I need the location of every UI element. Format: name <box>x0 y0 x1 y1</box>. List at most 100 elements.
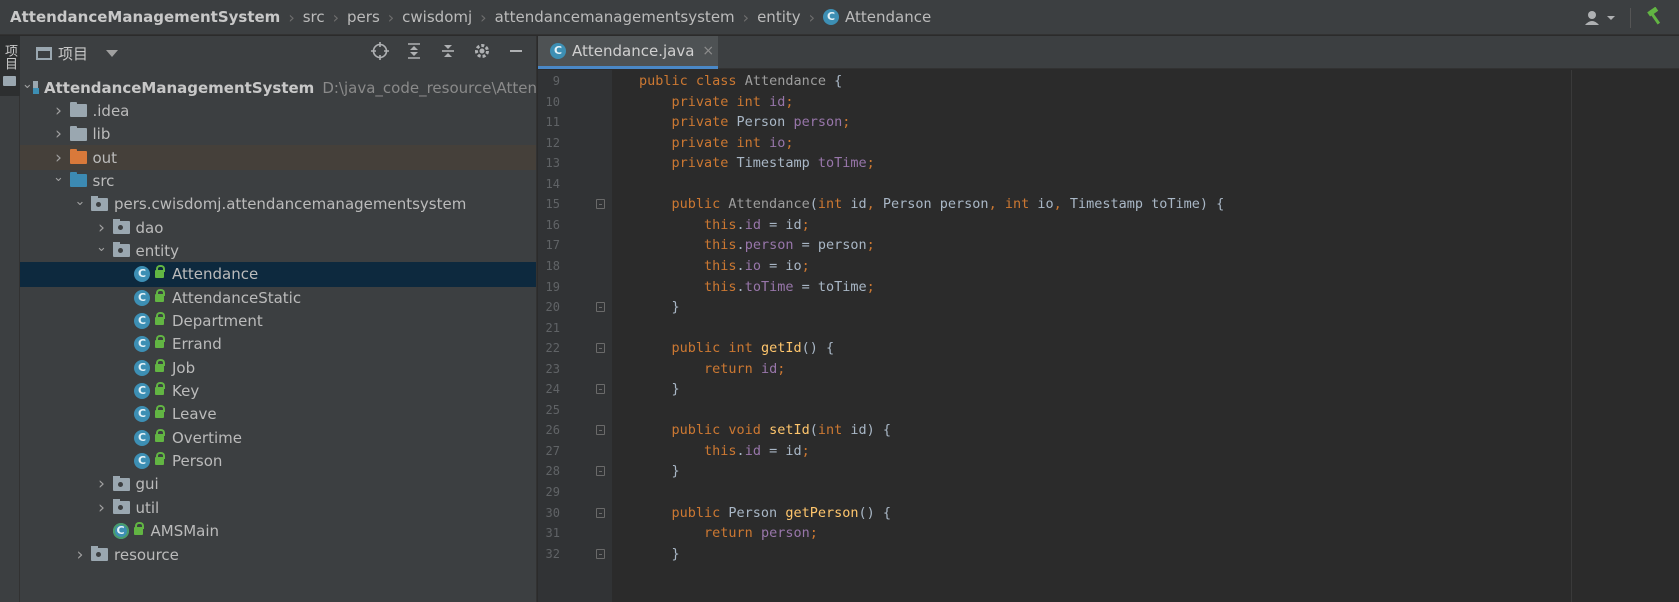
tree-item-label: src <box>92 171 115 190</box>
tree-item-attendance[interactable]: C Attendance <box>20 261 536 287</box>
tree-item-overtime[interactable]: C Overtime <box>20 425 536 450</box>
code-token: io <box>744 257 761 274</box>
chevron-down-icon[interactable]: ⌄ <box>91 240 113 255</box>
code-token: ; <box>777 360 786 377</box>
locate-icon[interactable] <box>370 41 390 65</box>
class-icon: C <box>134 289 150 306</box>
code-editor[interactable]: 9 10 11 12 13 14 15 16 17 18 19 20 21 22 23 24 25 26 27 28 2… <box>538 70 1679 602</box>
vertical-scrollbar[interactable] <box>1665 70 1679 602</box>
breadcrumb-cwisdomj[interactable]: cwisdomj <box>402 8 472 26</box>
tree-item-attendancestatic[interactable]: C AttendanceStatic <box>20 285 536 310</box>
tree-item-label: .idea <box>92 101 130 120</box>
build-hammer-icon[interactable] <box>1645 6 1665 29</box>
chevron-right-icon[interactable]: › <box>91 474 113 494</box>
code-token: id <box>744 442 761 459</box>
tab-label: Attendance.java <box>572 42 695 60</box>
tree-item-label: AttendanceStatic <box>172 288 302 307</box>
navigation-bar: AttendanceManagementSystem › src › pers … <box>0 0 1679 35</box>
breadcrumb: AttendanceManagementSystem › src › pers … <box>0 0 931 34</box>
tree-item-department[interactable]: C Department <box>20 309 536 334</box>
code-token: () { <box>858 504 891 521</box>
fold-marker-icon[interactable] <box>596 302 605 313</box>
chevron-down-icon[interactable]: ⌄ <box>48 170 70 185</box>
code-token: Person <box>736 114 794 131</box>
tree-item-util[interactable]: › util <box>20 495 536 520</box>
line-number: 17 <box>545 238 560 253</box>
chevron-right-icon[interactable]: › <box>91 498 113 518</box>
fold-marker-icon[interactable] <box>596 507 605 518</box>
project-panel-tools <box>370 36 526 70</box>
chevron-down-icon[interactable]: ⌄ <box>22 77 33 92</box>
tree-item-entity[interactable]: ⌄ entity <box>20 238 536 263</box>
expand-all-icon[interactable] <box>404 42 424 65</box>
tree-item-person[interactable]: C Person <box>20 449 536 474</box>
public-access-icon <box>155 265 165 279</box>
chevron-right-icon[interactable]: › <box>48 148 70 168</box>
breadcrumb-attendance[interactable]: Attendance <box>845 8 931 26</box>
project-view-selector[interactable]: 项目 <box>20 43 119 64</box>
breadcrumb-pers[interactable]: pers <box>347 8 380 26</box>
public-access-icon <box>155 358 165 372</box>
tree-item-label: util <box>135 498 160 517</box>
code-token: id <box>769 93 786 110</box>
class-icon: C <box>134 313 150 329</box>
minimize-icon[interactable] <box>506 42 526 65</box>
fold-marker-icon[interactable] <box>596 384 605 395</box>
code-line: return id; <box>639 359 785 381</box>
class-icon: C <box>134 359 150 376</box>
gear-icon[interactable] <box>472 42 492 65</box>
tree-item-out[interactable]: › out <box>20 145 536 171</box>
chevron-down-icon[interactable]: ⌄ <box>69 194 91 209</box>
code-token: ; <box>801 216 810 233</box>
tree-item-lib[interactable]: › lib <box>20 122 536 147</box>
chevron-right-icon[interactable]: › <box>91 218 113 238</box>
breadcrumb-ams[interactable]: attendancemanagementsystem <box>495 8 735 26</box>
breadcrumb-src[interactable]: src <box>303 8 325 26</box>
code-token: int <box>736 93 770 110</box>
folder-icon <box>3 76 16 86</box>
project-tool-tab[interactable]: 项目 <box>0 36 20 96</box>
tree-item-attendancemanagementsystem[interactable]: ⌄ AttendanceManagementSystem D:\java_code_… <box>20 75 536 100</box>
code-token: public <box>671 504 729 521</box>
tree-item-errand[interactable]: C Errand <box>20 332 536 357</box>
tree-item-amsmain[interactable]: C AMSMain <box>20 519 536 544</box>
close-icon[interactable]: × <box>702 43 714 59</box>
project-tool-label: 项目 <box>2 44 17 70</box>
code-line: public Attendance(int id, Person person,… <box>639 194 1225 216</box>
public-access-icon <box>155 335 165 349</box>
fold-marker-icon[interactable] <box>596 425 605 436</box>
chevron-right-icon[interactable]: › <box>48 124 70 144</box>
tree-item-key[interactable]: C Key <box>20 379 536 404</box>
tree-item-dao[interactable]: › dao <box>20 215 536 240</box>
tab-attendance-java[interactable]: C Attendance.java × <box>538 36 718 69</box>
module-icon <box>32 81 40 94</box>
chevron-right-icon[interactable]: › <box>48 101 70 121</box>
user-menu-icon[interactable] <box>1584 10 1616 26</box>
tree-item-pers-cwisdomj-attendancemanagementsystem[interactable]: ⌄ pers.cwisdomj.attendancemanagementsyste… <box>20 192 536 217</box>
fold-marker-icon[interactable] <box>596 466 605 477</box>
tree-item--idea[interactable]: › .idea <box>20 98 536 123</box>
breadcrumb-entity[interactable]: entity <box>757 8 801 26</box>
code-token: id) { <box>850 422 891 439</box>
chevron-right-icon[interactable]: › <box>69 545 91 565</box>
tree-item-src[interactable]: ⌄ src <box>20 168 536 193</box>
tree-item-leave[interactable]: C Leave <box>20 402 536 427</box>
public-access-icon <box>155 288 165 302</box>
fold-marker-icon[interactable] <box>596 343 605 354</box>
code-line: } <box>639 379 680 401</box>
tree-item-job[interactable]: C Job <box>20 355 536 380</box>
collapse-all-icon[interactable] <box>438 42 458 65</box>
excluded-folder-icon <box>69 149 87 165</box>
fold-marker-icon[interactable] <box>596 548 605 559</box>
breadcrumb-project[interactable]: AttendanceManagementSystem <box>10 8 280 26</box>
tree-item-resource[interactable]: › resource <box>20 542 536 567</box>
tree-item-gui[interactable]: › gui <box>20 472 536 497</box>
fold-marker-icon[interactable] <box>596 199 605 210</box>
code-token: public <box>639 73 696 89</box>
project-panel: 项目 ⌄ AttendanceManagementSystem D:\java_co… <box>20 36 537 602</box>
code-line: public Person getPerson() { <box>639 503 891 525</box>
code-token: Attendance <box>744 73 835 89</box>
class-icon: C <box>134 336 150 353</box>
